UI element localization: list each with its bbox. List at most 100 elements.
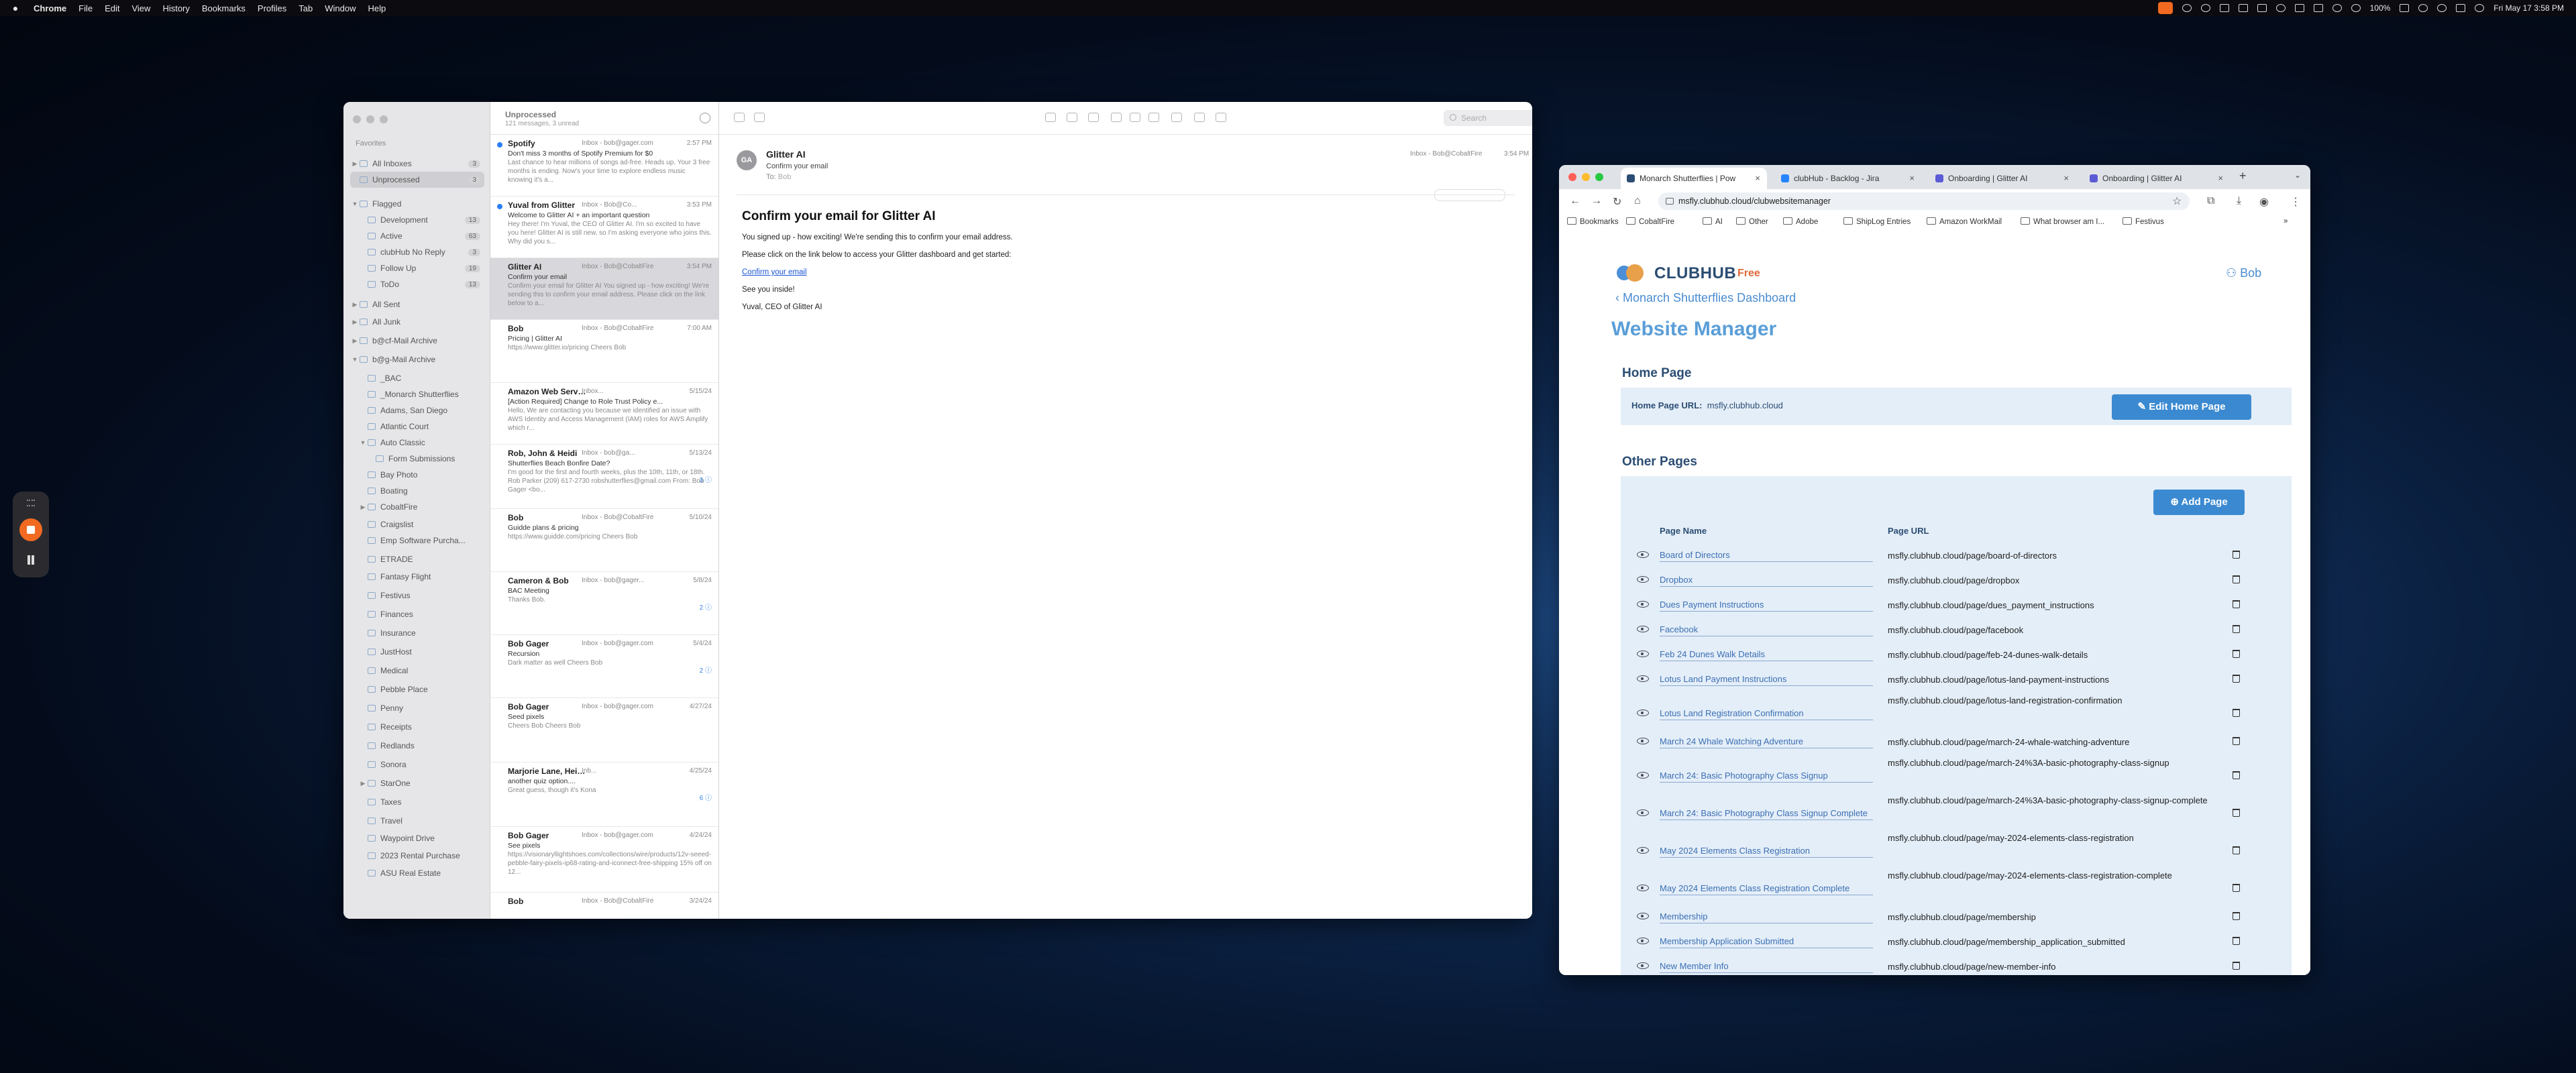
message-row[interactable]: Bob Gager Inbox - bob@gager.com 4/24/24 See… — [490, 827, 718, 893]
eye-icon[interactable] — [1637, 847, 1649, 854]
wifi-icon[interactable] — [2418, 4, 2428, 12]
mailbox-adams-san-diego[interactable]: Adams, San Diego — [350, 402, 484, 418]
bookmark-adobe[interactable]: Adobe — [1783, 217, 1818, 226]
eye-icon[interactable] — [1637, 772, 1649, 779]
trash-icon[interactable] — [2233, 771, 2240, 779]
chrome-zoom-button[interactable] — [1595, 173, 1603, 181]
message-row[interactable]: Yuval from Glitter Inbox - Bob@Co... 3:53 … — [490, 196, 718, 258]
page-name-link[interactable]: March 24 Whale Watching Adventure — [1660, 736, 1873, 748]
mailbox-sonora[interactable]: Sonora — [350, 756, 484, 773]
menu-app-name[interactable]: Chrome — [34, 3, 66, 13]
mailbox-atlantic-court[interactable]: Atlantic Court — [350, 418, 484, 435]
mute-icon[interactable] — [1216, 113, 1226, 122]
home-icon[interactable]: ⌂ — [1634, 195, 1641, 207]
tab-close-icon[interactable]: × — [1755, 168, 1760, 189]
menu-clock[interactable]: Fri May 17 3:58 PM — [2493, 3, 2564, 13]
message-row[interactable]: Bob Gager Inbox - bob@gager.com 4/27/24 See… — [490, 698, 718, 763]
flag-icon[interactable] — [1171, 113, 1182, 122]
mailbox-all-sent[interactable]: ▶ All Sent — [350, 296, 484, 313]
mailbox-bay-photo[interactable]: Bay Photo — [350, 467, 484, 483]
filter-icon[interactable] — [700, 113, 710, 123]
trash-icon[interactable] — [2233, 675, 2240, 683]
forward-arrow-icon[interactable]: → — [1591, 195, 1602, 207]
message-row[interactable]: Amazon Web Services, Inc.Inbox... 5/15/24… — [490, 383, 718, 445]
tab-4[interactable]: Onboarding | Glitter AI × — [2084, 168, 2230, 189]
page-name-link[interactable]: Board of Directors — [1660, 550, 1873, 562]
search-status-icon[interactable] — [2182, 4, 2192, 12]
mailbox-medical[interactable]: Medical — [350, 663, 484, 679]
cloud-status-icon[interactable] — [2200, 4, 2210, 12]
move-icon[interactable] — [1194, 113, 1205, 122]
battery-icon[interactable] — [2400, 4, 2410, 12]
extensions-icon[interactable]: ⧉ — [2207, 195, 2214, 207]
reply-icon[interactable] — [1111, 113, 1122, 122]
message-row[interactable]: Bob Inbox - Bob@CobaltFire 7:00 AM Pricing … — [490, 320, 718, 383]
eye-icon[interactable] — [1637, 576, 1649, 583]
eye-icon[interactable] — [1637, 626, 1649, 632]
menu-help[interactable]: Help — [368, 3, 386, 13]
mailbox-receipts[interactable]: Receipts — [350, 719, 484, 735]
message-row[interactable]: Spotify Inbox - bob@gager.com 2:57 PM Don't… — [490, 135, 718, 196]
message-row[interactable]: Rob, John & Heidi Inbox - bob@ga... 5/13/2… — [490, 445, 718, 509]
forward-icon[interactable] — [1148, 113, 1159, 122]
bookmark-ai[interactable]: AI — [1703, 217, 1723, 226]
mailbox-todo[interactable]: ToDo 13 — [350, 276, 484, 292]
page-name-link[interactable]: March 24: Basic Photography Class Signup… — [1660, 808, 1873, 820]
mailbox-travel[interactable]: Travel — [350, 813, 484, 829]
reload-icon[interactable]: ↻ — [1613, 195, 1621, 209]
mailbox-fantasy-flight[interactable]: Fantasy Flight — [350, 569, 484, 585]
mailbox-b-cf-mail-archive[interactable]: ▶ b@cf-Mail Archive — [350, 333, 484, 349]
eye-icon[interactable] — [1637, 809, 1649, 816]
bookmark-shiplog[interactable]: ShipLog Entries — [1843, 217, 1911, 226]
trash-icon[interactable] — [2233, 884, 2240, 892]
junk-icon[interactable] — [1088, 113, 1099, 122]
mailbox-2023-rental-purchase[interactable]: 2023 Rental Purchase — [350, 848, 484, 864]
disclosure-arrow-icon[interactable]: ▶ — [350, 337, 360, 345]
menu-file[interactable]: File — [78, 3, 93, 13]
trash-icon[interactable] — [1067, 113, 1077, 122]
mailbox-bac[interactable]: _BAC — [350, 370, 484, 386]
back-to-dashboard-link[interactable]: ‹ Monarch Shutterflies Dashboard — [1615, 291, 1796, 305]
mail-search-input[interactable]: Search — [1444, 110, 1532, 126]
thread-count-badge[interactable]: 2 ⓘ — [700, 602, 712, 612]
bookmark-bookmarks[interactable]: Bookmarks — [1567, 217, 1619, 226]
disclosure-arrow-icon[interactable]: ▶ — [350, 160, 360, 168]
mailbox-taxes[interactable]: Taxes — [350, 794, 484, 810]
compose-icon[interactable] — [754, 113, 765, 122]
mailbox-waypoint-drive[interactable]: Waypoint Drive — [350, 830, 484, 846]
user-menu[interactable]: ⚇ Bob — [2226, 266, 2261, 280]
trash-icon[interactable] — [2233, 809, 2240, 817]
mailbox-craigslist[interactable]: Craigslist — [350, 516, 484, 532]
siri-icon[interactable] — [2475, 4, 2485, 12]
apple-icon[interactable]: ● — [7, 3, 24, 13]
disclosure-arrow-icon[interactable]: ▼ — [350, 201, 360, 207]
eye-icon[interactable] — [1637, 913, 1649, 919]
vpn-status-icon[interactable] — [2275, 4, 2286, 12]
page-name-link[interactable]: Dues Payment Instructions — [1660, 600, 1873, 612]
mailbox-pebble-place[interactable]: Pebble Place — [350, 681, 484, 697]
eye-icon[interactable] — [1637, 651, 1649, 657]
page-name-link[interactable]: Feb 24 Dunes Walk Details — [1660, 649, 1873, 661]
menu-tab[interactable]: Tab — [299, 3, 313, 13]
back-arrow-icon[interactable]: ← — [1570, 195, 1580, 207]
window-close-button[interactable] — [353, 115, 361, 123]
edit-home-page-button[interactable]: ✎ Edit Home Page — [2112, 394, 2251, 420]
recipient-name[interactable]: Bob — [778, 173, 792, 181]
trash-icon[interactable] — [2233, 575, 2240, 583]
bookmark-star-icon[interactable]: ☆ — [2172, 194, 2182, 208]
message-row[interactable]: Bob Inbox - Bob@CobaltFire 5/10/24 Guidde p… — [490, 509, 718, 572]
bookmark-workmail[interactable]: Amazon WorkMail — [1927, 217, 2002, 226]
mailbox-asu-real-estate[interactable]: ASU Real Estate — [350, 865, 484, 881]
trash-icon[interactable] — [2233, 709, 2240, 717]
disclosure-arrow-icon[interactable]: ▶ — [358, 504, 368, 511]
trash-icon[interactable] — [2233, 912, 2240, 920]
drag-handle-icon[interactable] — [27, 500, 35, 506]
eye-icon[interactable] — [1637, 938, 1649, 944]
stack-status-icon[interactable] — [2313, 4, 2323, 12]
trash-icon[interactable] — [2233, 625, 2240, 633]
bookmarks-overflow-icon[interactable]: » — [2284, 217, 2288, 225]
add-page-button[interactable]: ⊕ Add Page — [2153, 490, 2245, 515]
mailbox-unprocessed[interactable]: Unprocessed 3 — [350, 172, 484, 188]
mailbox-all-junk[interactable]: ▶ All Junk — [350, 314, 484, 330]
profile-icon[interactable]: ◉ — [2259, 195, 2269, 209]
